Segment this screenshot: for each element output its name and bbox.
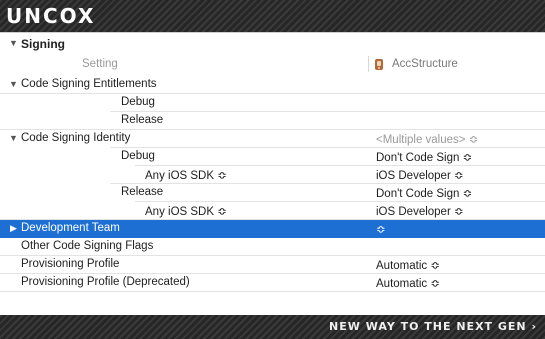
setting-label: Release	[121, 186, 164, 198]
row-separator	[0, 291, 545, 292]
setting-row-provisioning-profile-deprecated[interactable]: Provisioning Profile (Deprecated) Automa…	[0, 274, 545, 292]
column-header: Setting AccStructure	[0, 55, 545, 75]
setting-row-identity-release[interactable]: Release Don't Code Sign ≎	[0, 184, 545, 202]
setting-value[interactable]: iOS Developer ≎	[376, 168, 464, 182]
setting-label: Development Team	[21, 222, 120, 234]
setting-label: Code Signing Entitlements	[21, 78, 157, 90]
signing-section-header[interactable]: ▼ Signing	[0, 33, 545, 55]
setting-row-entitlements-debug[interactable]: Debug	[0, 94, 545, 112]
setting-label: Provisioning Profile	[21, 258, 120, 270]
setting-value[interactable]: Automatic ≎	[376, 276, 440, 290]
setting-value[interactable]: iOS Developer ≎	[376, 204, 464, 218]
target-column-label: AccStructure	[392, 58, 458, 70]
setting-value[interactable]: Automatic ≎	[376, 258, 440, 272]
setting-value[interactable]: <Multiple values> ≎	[376, 132, 478, 146]
setting-label: Debug	[121, 96, 155, 108]
disclosure-triangle-down-icon[interactable]: ▼	[9, 79, 18, 89]
setting-row-entitlements-release[interactable]: Release	[0, 112, 545, 130]
setting-row-identity-debug[interactable]: Debug Don't Code Sign ≎	[0, 148, 545, 166]
tagline-link[interactable]: NEW WAY TO THE NEXT GEN ›	[329, 320, 537, 333]
setting-column-label: Setting	[82, 58, 118, 70]
disclosure-triangle-right-icon[interactable]: ▶	[10, 223, 17, 234]
setting-label: Other Code Signing Flags	[21, 240, 154, 252]
setting-row-code-signing-entitlements[interactable]: ▼ Code Signing Entitlements	[0, 76, 545, 94]
uncox-logo: UNCOX	[6, 4, 96, 28]
setting-row-code-signing-identity[interactable]: ▼ Code Signing Identity <Multiple values…	[0, 130, 545, 148]
bottom-banner: NEW WAY TO THE NEXT GEN ›	[0, 315, 545, 339]
setting-row-identity-debug-sdk[interactable]: Any iOS SDK ≎ iOS Developer ≎	[0, 166, 545, 184]
disclosure-triangle-down-icon[interactable]: ▼	[9, 133, 18, 143]
setting-label: Debug	[121, 150, 155, 162]
setting-row-provisioning-profile[interactable]: Provisioning Profile Automatic ≎	[0, 256, 545, 274]
sdk-condition-selector[interactable]: Any iOS SDK ≎	[145, 204, 227, 218]
setting-label: Code Signing Identity	[21, 132, 131, 144]
setting-value[interactable]: Don't Code Sign ≎	[376, 186, 472, 200]
setting-row-other-code-signing-flags[interactable]: Other Code Signing Flags	[0, 238, 545, 256]
column-divider[interactable]	[368, 56, 369, 72]
setting-label: Provisioning Profile (Deprecated)	[21, 276, 190, 288]
setting-value[interactable]: Don't Code Sign ≎	[376, 150, 472, 164]
app-target-icon	[375, 59, 383, 70]
setting-label: Release	[121, 114, 164, 126]
disclosure-triangle-down-icon[interactable]: ▼	[9, 38, 18, 48]
team-popup-stepper[interactable]: ≎	[376, 222, 386, 236]
setting-row-development-team[interactable]: ▶ Development Team ≎	[0, 220, 545, 238]
section-title: Signing	[21, 37, 65, 51]
setting-row-identity-release-sdk[interactable]: Any iOS SDK ≎ iOS Developer ≎	[0, 202, 545, 220]
sdk-condition-selector[interactable]: Any iOS SDK ≎	[145, 168, 227, 182]
build-settings-panel: ▼ Signing Setting AccStructure ▼ Code Si…	[0, 32, 545, 316]
top-banner: UNCOX	[0, 0, 545, 32]
